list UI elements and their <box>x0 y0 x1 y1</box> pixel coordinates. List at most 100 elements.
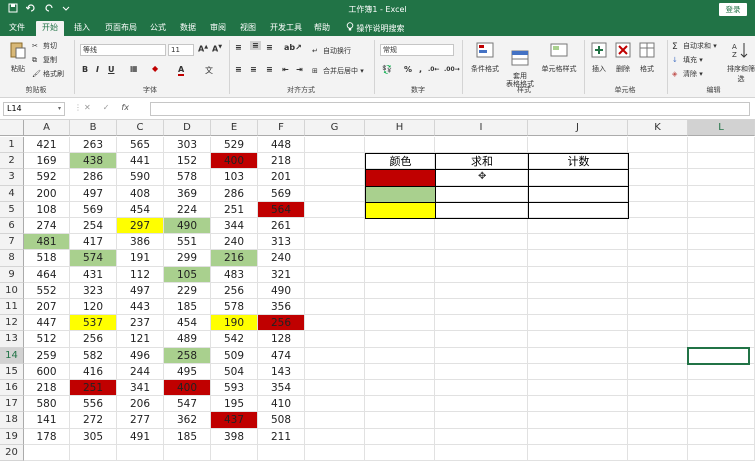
column-header-a[interactable]: A <box>24 120 70 136</box>
tab-insert[interactable]: 插入 <box>70 22 94 36</box>
cell-j12[interactable] <box>528 315 628 332</box>
cell-a1[interactable]: 421 <box>24 137 70 154</box>
align-bottom-icon[interactable]: ≡ <box>266 43 273 52</box>
cell-g14[interactable] <box>305 347 365 364</box>
cell-b18[interactable]: 272 <box>70 412 117 429</box>
cell-k12[interactable] <box>628 315 688 332</box>
cell-e6[interactable]: 344 <box>211 218 258 235</box>
cell-l5[interactable] <box>688 201 755 218</box>
cell-f20[interactable] <box>258 444 305 461</box>
fill-button[interactable]: ↓ 填充 ▾ <box>672 55 703 65</box>
cell-f14[interactable]: 474 <box>258 347 305 364</box>
cell-e2[interactable]: 400 <box>211 153 258 170</box>
cell-d2[interactable]: 152 <box>164 153 211 170</box>
cell-f10[interactable]: 490 <box>258 282 305 299</box>
italic-button[interactable]: I <box>96 65 99 74</box>
autosum-button[interactable]: Σ 自动求和 ▾ <box>672 41 717 52</box>
cell-g7[interactable] <box>305 234 365 251</box>
cell-e14[interactable]: 509 <box>211 347 258 364</box>
cell-j16[interactable] <box>528 380 628 397</box>
cell-b11[interactable]: 120 <box>70 299 117 316</box>
cell-i1[interactable] <box>435 137 528 154</box>
cell-j19[interactable] <box>528 428 628 445</box>
cell-b8[interactable]: 574 <box>70 250 117 267</box>
cell-a8[interactable]: 518 <box>24 250 70 267</box>
cell-h9[interactable] <box>365 266 435 283</box>
cell-h19[interactable] <box>365 428 435 445</box>
cell-c15[interactable]: 244 <box>117 363 164 380</box>
cell-a17[interactable]: 580 <box>24 396 70 413</box>
cell-d18[interactable]: 362 <box>164 412 211 429</box>
cell-l9[interactable] <box>688 266 755 283</box>
number-format-dropdown[interactable]: 常规 <box>380 44 454 56</box>
column-header-j[interactable]: J <box>528 120 628 136</box>
cell-e13[interactable]: 542 <box>211 331 258 348</box>
column-header-e[interactable]: E <box>211 120 258 136</box>
cell-b14[interactable]: 582 <box>70 347 117 364</box>
cell-h16[interactable] <box>365 380 435 397</box>
cell-a13[interactable]: 512 <box>24 331 70 348</box>
row-header-20[interactable]: 20 <box>0 444 24 461</box>
cell-l20[interactable] <box>688 444 755 461</box>
cell-d20[interactable] <box>164 444 211 461</box>
align-center-icon[interactable]: ≡ <box>250 65 257 74</box>
cell-l16[interactable] <box>688 380 755 397</box>
cell-a2[interactable]: 169 <box>24 153 70 170</box>
cell-f2[interactable]: 218 <box>258 153 305 170</box>
cell-e18[interactable]: 437 <box>211 412 258 429</box>
cell-c13[interactable]: 121 <box>117 331 164 348</box>
cell-k9[interactable] <box>628 266 688 283</box>
cell-f8[interactable]: 240 <box>258 250 305 267</box>
cell-d6[interactable]: 490 <box>164 218 211 235</box>
cell-j8[interactable] <box>528 250 628 267</box>
summary-cell[interactable] <box>435 201 529 219</box>
cell-h10[interactable] <box>365 282 435 299</box>
enter-icon[interactable]: ✓ <box>103 103 110 112</box>
cell-c5[interactable]: 454 <box>117 201 164 218</box>
cell-c9[interactable]: 112 <box>117 266 164 283</box>
fill-color-icon[interactable]: ◆ <box>152 64 158 73</box>
cell-c8[interactable]: 191 <box>117 250 164 267</box>
cell-k1[interactable] <box>628 137 688 154</box>
cell-b13[interactable]: 256 <box>70 331 117 348</box>
align-right-icon[interactable]: ≡ <box>266 65 273 74</box>
cell-j14[interactable] <box>528 347 628 364</box>
login-button[interactable]: 登录 <box>719 3 747 16</box>
cell-j15[interactable] <box>528 363 628 380</box>
cell-k18[interactable] <box>628 412 688 429</box>
cell-i15[interactable] <box>435 363 528 380</box>
tab-view[interactable]: 视图 <box>236 22 260 36</box>
cell-g8[interactable] <box>305 250 365 267</box>
tab-developer[interactable]: 开发工具 <box>266 22 306 36</box>
cell-g15[interactable] <box>305 363 365 380</box>
cell-g1[interactable] <box>305 137 365 154</box>
increase-decimal-icon[interactable]: .0← <box>428 66 439 73</box>
row-header-12[interactable]: 12 <box>0 315 24 332</box>
cell-c11[interactable]: 443 <box>117 299 164 316</box>
cell-a10[interactable]: 552 <box>24 282 70 299</box>
row-header-2[interactable]: 2 <box>0 153 24 170</box>
cell-f11[interactable]: 356 <box>258 299 305 316</box>
cell-e12[interactable]: 190 <box>211 315 258 332</box>
cell-g13[interactable] <box>305 331 365 348</box>
cell-g20[interactable] <box>305 444 365 461</box>
cell-i9[interactable] <box>435 266 528 283</box>
cell-b9[interactable]: 431 <box>70 266 117 283</box>
tab-page-layout[interactable]: 页面布局 <box>100 22 142 36</box>
cell-f5[interactable]: 564 <box>258 201 305 218</box>
cell-l18[interactable] <box>688 412 755 429</box>
cell-c7[interactable]: 386 <box>117 234 164 251</box>
cell-e5[interactable]: 251 <box>211 201 258 218</box>
delete-cells-button[interactable]: 删除 <box>612 40 634 74</box>
cell-h14[interactable] <box>365 347 435 364</box>
phonetic-icon[interactable]: 文 <box>205 65 213 76</box>
cell-i7[interactable] <box>435 234 528 251</box>
row-header-14[interactable]: 14 <box>0 347 24 364</box>
border-icon[interactable]: ▦ <box>130 64 138 73</box>
cell-i8[interactable] <box>435 250 528 267</box>
cell-h11[interactable] <box>365 299 435 316</box>
cell-c17[interactable]: 206 <box>117 396 164 413</box>
summary-cell[interactable] <box>435 185 529 203</box>
summary-cell[interactable] <box>365 201 436 219</box>
indent-icon[interactable]: ⇥ <box>296 65 303 74</box>
